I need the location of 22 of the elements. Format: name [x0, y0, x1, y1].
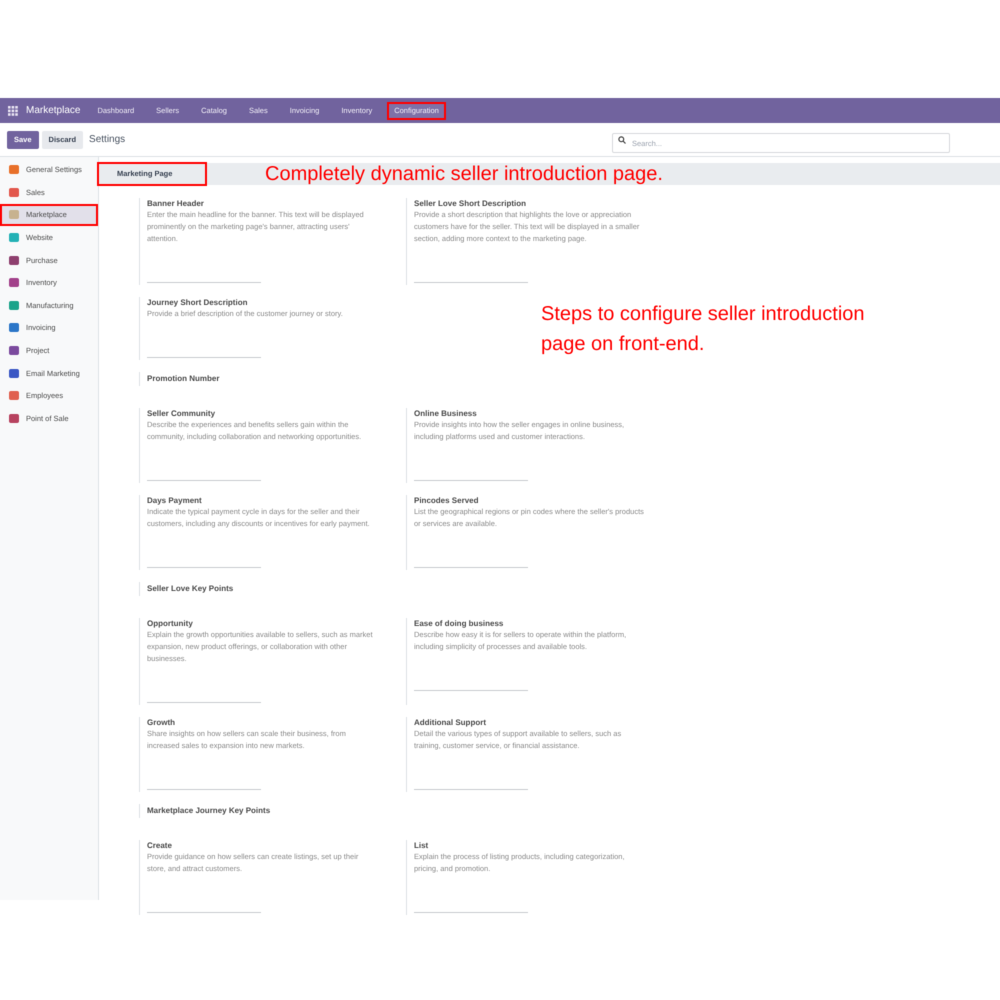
setting-title: Banner Header [147, 198, 205, 209]
setting-title: Online Business [414, 408, 478, 419]
breadcrumb: Settings [89, 133, 126, 147]
setting-title: Journey Short Description [147, 297, 248, 308]
setting-title: Additional Support [414, 717, 487, 728]
app-title[interactable]: Marketplace [26, 103, 80, 118]
search-icon [618, 136, 626, 144]
setting-title: Days Payment [147, 495, 203, 506]
setting-title: Seller Community [147, 408, 216, 419]
setting-title: Ease of doing business [414, 618, 504, 629]
setting-title: Seller Love Short Description [414, 198, 528, 209]
group-heading: Marketplace Journey Key Points [147, 805, 270, 817]
annotation-text: Steps to configure seller introduction page on front-end. [541, 302, 866, 357]
annotation-text: Completely dynamic seller introduction page. [265, 162, 663, 187]
setting-title: List [414, 840, 430, 851]
group-heading: Promotion Number [147, 373, 220, 385]
group-heading: Seller Love Key Points [147, 583, 234, 595]
setting-title: Opportunity [147, 618, 194, 629]
setting-title: Pincodes Served [414, 495, 480, 506]
apps-grid-icon[interactable] [8, 106, 18, 116]
setting-title: Growth [147, 717, 176, 728]
setting-title: Create [147, 840, 173, 851]
